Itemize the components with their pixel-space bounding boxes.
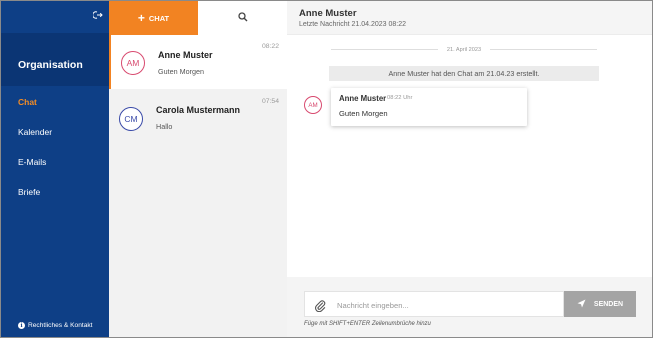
chat-list-item[interactable]: AM Anne Muster Guten Morgen 08:22 [109,35,287,89]
chat-time: 08:22 [261,43,279,50]
avatar: CM [119,107,143,131]
date-separator: 21. April 2023 [331,45,597,54]
chat-header: Anne Muster Letzte Nachricht 21.04.2023 … [287,1,652,35]
plus-icon: + [137,11,145,25]
new-chat-button[interactable]: + CHAT [109,1,198,35]
chat-header-name: Anne Muster [299,8,357,19]
avatar: AM [304,96,322,114]
send-button[interactable]: SENDEN [564,291,636,317]
sidebar-item-kalender[interactable]: Kalender [18,127,52,137]
sidebar: Organisation Chat Kalender E-Mails Brief… [1,1,109,337]
legal-contact-link[interactable]: i Rechtliches & Kontakt [18,322,93,329]
chat-main: Anne Muster Letzte Nachricht 21.04.2023 … [287,1,652,337]
chat-time: 07:54 [261,98,279,105]
legal-contact-label: Rechtliches & Kontakt [28,322,93,329]
organisation-title: Organisation [1,33,109,86]
chat-name: Anne Muster [158,50,213,60]
search-icon [237,9,248,27]
chat-name: Carola Mustermann [156,105,241,115]
send-label: SENDEN [593,300,624,308]
message-time: 08:22 Uhr [387,95,413,101]
message-bubble: Anne Muster 08:22 Uhr Guten Morgen [331,88,527,126]
info-icon: i [18,322,25,329]
sidebar-item-briefe[interactable]: Briefe [18,187,40,197]
chat-list-panel: + CHAT AM Anne Muster Guten Morgen 08:22… [109,1,287,337]
divider [331,49,438,50]
sidebar-item-emails[interactable]: E-Mails [18,157,46,167]
message-text: Guten Morgen [339,109,388,118]
composer-hint: Füge mit SHIFT+ENTER Zeilenumbrüche hinz… [304,321,431,327]
divider [490,49,597,50]
message-sender: Anne Muster [339,94,387,103]
date-separator-label: 21. April 2023 [446,46,482,53]
logout-icon[interactable] [92,7,103,19]
chat-preview: Hallo [156,122,173,131]
composer [304,291,564,317]
send-icon [577,299,586,310]
new-chat-label: CHAT [148,13,170,23]
chat-preview: Guten Morgen [158,67,204,76]
composer-area: SENDEN Füge mit SHIFT+ENTER Zeilenumbrüc… [287,277,652,337]
system-message: Anne Muster hat den Chat am 21.04.23 ers… [329,66,599,81]
paperclip-icon[interactable] [315,299,326,313]
search-button[interactable] [198,1,287,35]
avatar: AM [121,51,145,75]
app-window: Organisation Chat Kalender E-Mails Brief… [0,0,653,338]
message-input[interactable] [337,299,557,311]
sidebar-item-chat[interactable]: Chat [18,97,37,107]
chat-list-item[interactable]: CM Carola Mustermann Hallo 07:54 [109,89,287,143]
chat-header-last-message: Letzte Nachricht 21.04.2023 08:22 [299,21,407,28]
